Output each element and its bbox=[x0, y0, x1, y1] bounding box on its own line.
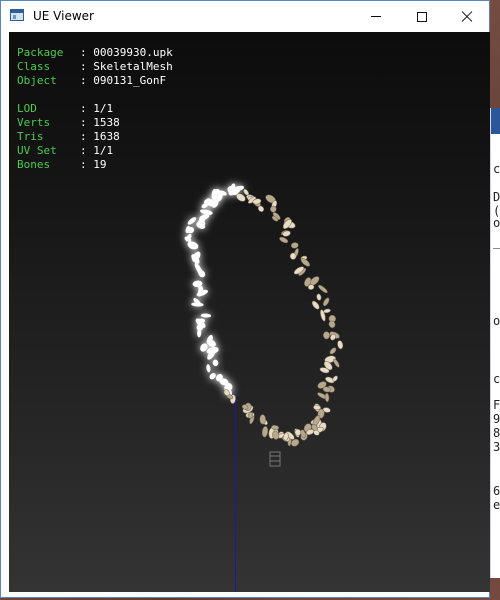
bg-text-fragment: o bbox=[493, 314, 500, 328]
petal bbox=[323, 331, 330, 340]
bg-text-fragment: 3 bbox=[493, 440, 500, 454]
petal bbox=[261, 426, 269, 438]
petal bbox=[259, 414, 266, 425]
petal bbox=[200, 313, 212, 318]
petal-group bbox=[223, 188, 344, 447]
petal bbox=[270, 205, 277, 213]
background-window-ribbon bbox=[491, 108, 500, 134]
petal bbox=[206, 346, 219, 355]
petal bbox=[209, 373, 216, 380]
bg-text-fragment: o bbox=[493, 216, 500, 230]
bg-text-fragment: c bbox=[493, 162, 500, 176]
petal bbox=[290, 242, 299, 249]
window-title: UE Viewer bbox=[33, 9, 94, 23]
bg-text-fragment: D bbox=[493, 190, 500, 204]
petal bbox=[294, 428, 302, 436]
bg-text-fragment: 8 bbox=[493, 426, 500, 440]
window-icon[interactable] bbox=[10, 9, 24, 21]
maximize-button[interactable] bbox=[399, 1, 445, 32]
petal bbox=[333, 358, 340, 368]
minimize-icon bbox=[371, 16, 381, 17]
petal bbox=[329, 347, 337, 355]
wreath-pendant bbox=[269, 451, 281, 467]
background-window-edge: c D ( o o c F 9 8 3 6 e bbox=[490, 108, 500, 578]
bg-text-fragment: c bbox=[493, 372, 500, 386]
highlight-glow bbox=[184, 183, 245, 397]
petal bbox=[316, 293, 322, 301]
petal bbox=[337, 340, 344, 350]
bg-separator bbox=[493, 248, 500, 249]
petal bbox=[206, 364, 211, 373]
petal bbox=[289, 252, 297, 260]
bg-text-fragment: 9 bbox=[493, 412, 500, 426]
3d-viewport[interactable]: Package: 00039930.upk Class: SkeletalMes… bbox=[9, 32, 490, 592]
petal bbox=[318, 284, 328, 294]
petal bbox=[212, 359, 219, 367]
petal bbox=[187, 217, 197, 225]
petal bbox=[279, 236, 289, 244]
maximize-icon bbox=[417, 11, 427, 22]
petal bbox=[311, 300, 320, 310]
petal bbox=[324, 393, 330, 402]
close-icon bbox=[461, 11, 473, 23]
petal bbox=[323, 297, 330, 307]
petal bbox=[198, 318, 206, 323]
bg-text-fragment: 6 bbox=[493, 484, 500, 498]
bg-text-fragment: F bbox=[493, 398, 500, 412]
title-bar[interactable]: UE Viewer bbox=[1, 1, 489, 32]
petal bbox=[200, 209, 213, 215]
ue-viewer-window: UE Viewer Package: 00039930.upk Class: S… bbox=[0, 0, 490, 598]
flower-wreath-mesh bbox=[184, 183, 344, 467]
close-button[interactable] bbox=[444, 1, 490, 32]
bg-text-fragment: e bbox=[493, 498, 500, 512]
minimize-button[interactable] bbox=[353, 1, 399, 32]
